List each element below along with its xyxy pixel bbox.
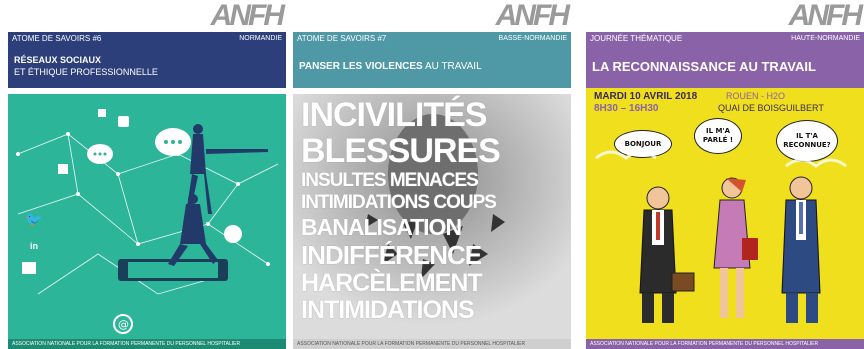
anfh-logo: ANFH	[495, 0, 570, 32]
poster-footer: ASSOCIATION NATIONALE POUR LA FORMATION …	[293, 339, 571, 349]
svg-text:🐦: 🐦	[25, 212, 42, 228]
poster-title: LA RECONNAISSANCE AU TRAVAIL	[586, 46, 864, 88]
poster-reconnaissance[interactable]: ANFH JOURNÉE THÉMATIQUE HAUTE-NORMANDIE …	[586, 0, 864, 349]
poster-topbar: ATOME DE SAVOIRS #7 BASSE-NORMANDIE	[293, 32, 571, 46]
poster-title: RÉSEAUX SOCIAUX ET ÉTHIQUE PROFESSIONNEL…	[8, 46, 286, 88]
region-label: HAUTE-NORMANDIE	[791, 35, 860, 42]
svg-text:@: @	[118, 318, 129, 331]
network-graphic: 🐦 in @	[16, 109, 279, 334]
word-2: BLESSURES	[301, 132, 501, 170]
title-light: AU TRAVAIL	[422, 61, 482, 72]
shattered-face-illustration: INCIVILITÉS BLESSURES INSULTES MENACES I…	[293, 94, 571, 339]
poster-topbar: ATOME DE SAVOIRS #6 NORMANDIE	[8, 32, 286, 46]
word-7: HARCÈLEMENT	[301, 269, 483, 297]
poster-footer: ASSOCIATION NATIONALE POUR LA FORMATION …	[586, 339, 864, 349]
title-bold: PANSER LES VIOLENCES	[299, 61, 423, 72]
region-label: NORMANDIE	[239, 35, 282, 42]
word-3: INSULTES MENACES	[301, 170, 479, 191]
series-label: ATOME DE SAVOIRS #6	[12, 34, 102, 43]
svg-text:in: in	[30, 241, 38, 251]
word-6: INDIFFÉRENCE	[301, 240, 482, 270]
word-8: INTIMIDATIONS	[301, 296, 475, 324]
title-line-1: RÉSEAUX SOCIAUX	[14, 55, 102, 65]
word-1: INCIVILITÉS	[301, 96, 487, 134]
poster-reseaux-sociaux[interactable]: ANFH ATOME DE SAVOIRS #6 NORMANDIE RÉSEA…	[8, 0, 286, 349]
cartoon-figures	[595, 150, 847, 323]
social-network-illustration: 🐦 in @	[8, 94, 286, 339]
word-5: BANALISATION	[301, 214, 462, 240]
poster-violences[interactable]: ANFH ATOME DE SAVOIRS #7 BASSE-NORMANDIE…	[293, 0, 571, 349]
cartoon-illustration: MARDI 10 AVRIL 2018 8H30 – 16H30 ROUEN -…	[586, 88, 864, 339]
region-label: BASSE-NORMANDIE	[498, 35, 567, 42]
word-4: INTIMIDATIONS COUPS	[301, 192, 497, 213]
anfh-logo: ANFH	[788, 0, 863, 32]
poster-footer: ASSOCIATION NATIONALE POUR LA FORMATION …	[8, 339, 286, 349]
anfh-logo: ANFH	[210, 0, 285, 32]
series-label: ATOME DE SAVOIRS #7	[297, 34, 387, 43]
poster-title: PANSER LES VIOLENCES AU TRAVAIL	[293, 46, 571, 88]
series-label: JOURNÉE THÉMATIQUE	[590, 34, 683, 43]
title-line-2: ET ÉTHIQUE PROFESSIONNELLE	[14, 67, 158, 77]
poster-topbar: JOURNÉE THÉMATIQUE HAUTE-NORMANDIE	[586, 32, 864, 46]
